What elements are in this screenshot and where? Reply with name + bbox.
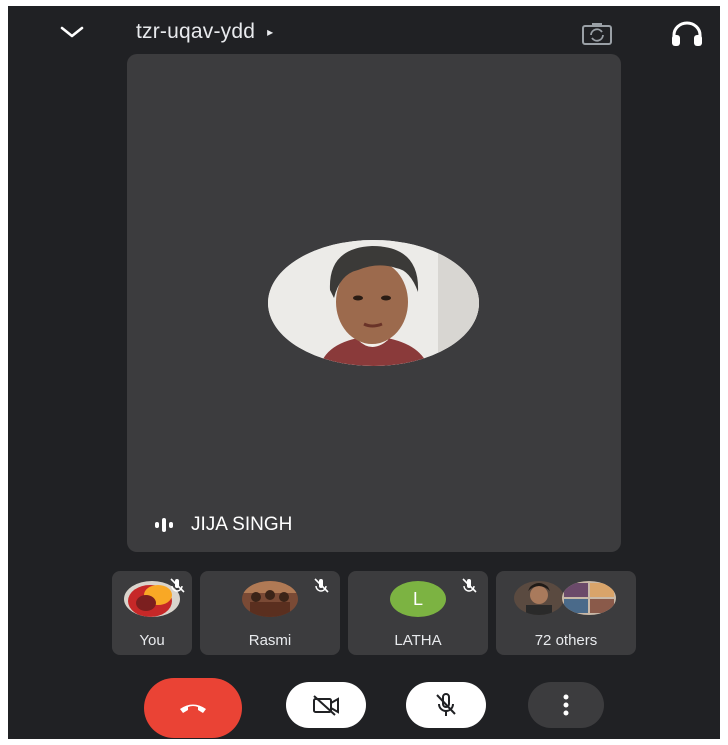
- more-vert-icon: [563, 694, 569, 716]
- meeting-code-text: tzr-uqav-ydd: [136, 20, 256, 43]
- rasmi-avatar: [242, 581, 298, 617]
- end-call-button[interactable]: [144, 678, 242, 738]
- main-speaker-tile[interactable]: JIJA SINGH: [127, 54, 621, 552]
- top-bar: tzr-uqav-ydd ▸: [8, 6, 720, 58]
- mic-toggle-button[interactable]: [406, 682, 486, 728]
- meeting-code[interactable]: tzr-uqav-ydd ▸: [136, 20, 273, 44]
- participant-label: LATHA: [394, 632, 442, 649]
- play-arrow-icon: ▸: [267, 25, 274, 39]
- participant-tile-latha[interactable]: L LATHA: [348, 571, 488, 655]
- mic-off-icon: [462, 578, 477, 593]
- others-avatar-2: [562, 581, 616, 615]
- participant-strip: You Rasmi L LATHA 72 others: [112, 571, 642, 655]
- more-options-button[interactable]: [528, 682, 604, 728]
- mic-off-icon: [436, 693, 456, 716]
- speaker-name-row: JIJA SINGH: [155, 514, 292, 536]
- participant-label: You: [139, 632, 165, 649]
- mic-off-icon: [314, 578, 329, 593]
- latha-initial-avatar: L: [390, 581, 446, 617]
- participant-tile-others[interactable]: 72 others: [496, 571, 636, 655]
- videocam-off-icon: [313, 695, 339, 716]
- meet-screen: tzr-uqav-ydd ▸ JIJA SINGH You Rasmi L LA…: [8, 6, 720, 739]
- participant-label: 72 others: [534, 632, 598, 649]
- participant-tile-rasmi[interactable]: Rasmi: [200, 571, 340, 655]
- participant-label: Rasmi: [248, 632, 292, 649]
- speaking-indicator-icon: [155, 518, 173, 532]
- chevron-down-icon[interactable]: [56, 20, 88, 44]
- call-controls: [8, 666, 720, 738]
- speaker-name: JIJA SINGH: [191, 514, 293, 535]
- flip-camera-icon[interactable]: [580, 22, 614, 46]
- speaker-avatar: [268, 240, 479, 366]
- camera-toggle-button[interactable]: [286, 682, 366, 728]
- phone-hangup-icon: [180, 704, 206, 713]
- headphones-icon[interactable]: [669, 20, 705, 48]
- others-avatar-1: [514, 581, 564, 615]
- participant-tile-you[interactable]: You: [112, 571, 192, 655]
- mic-off-icon: [170, 578, 185, 593]
- speaker-photo: [268, 240, 479, 366]
